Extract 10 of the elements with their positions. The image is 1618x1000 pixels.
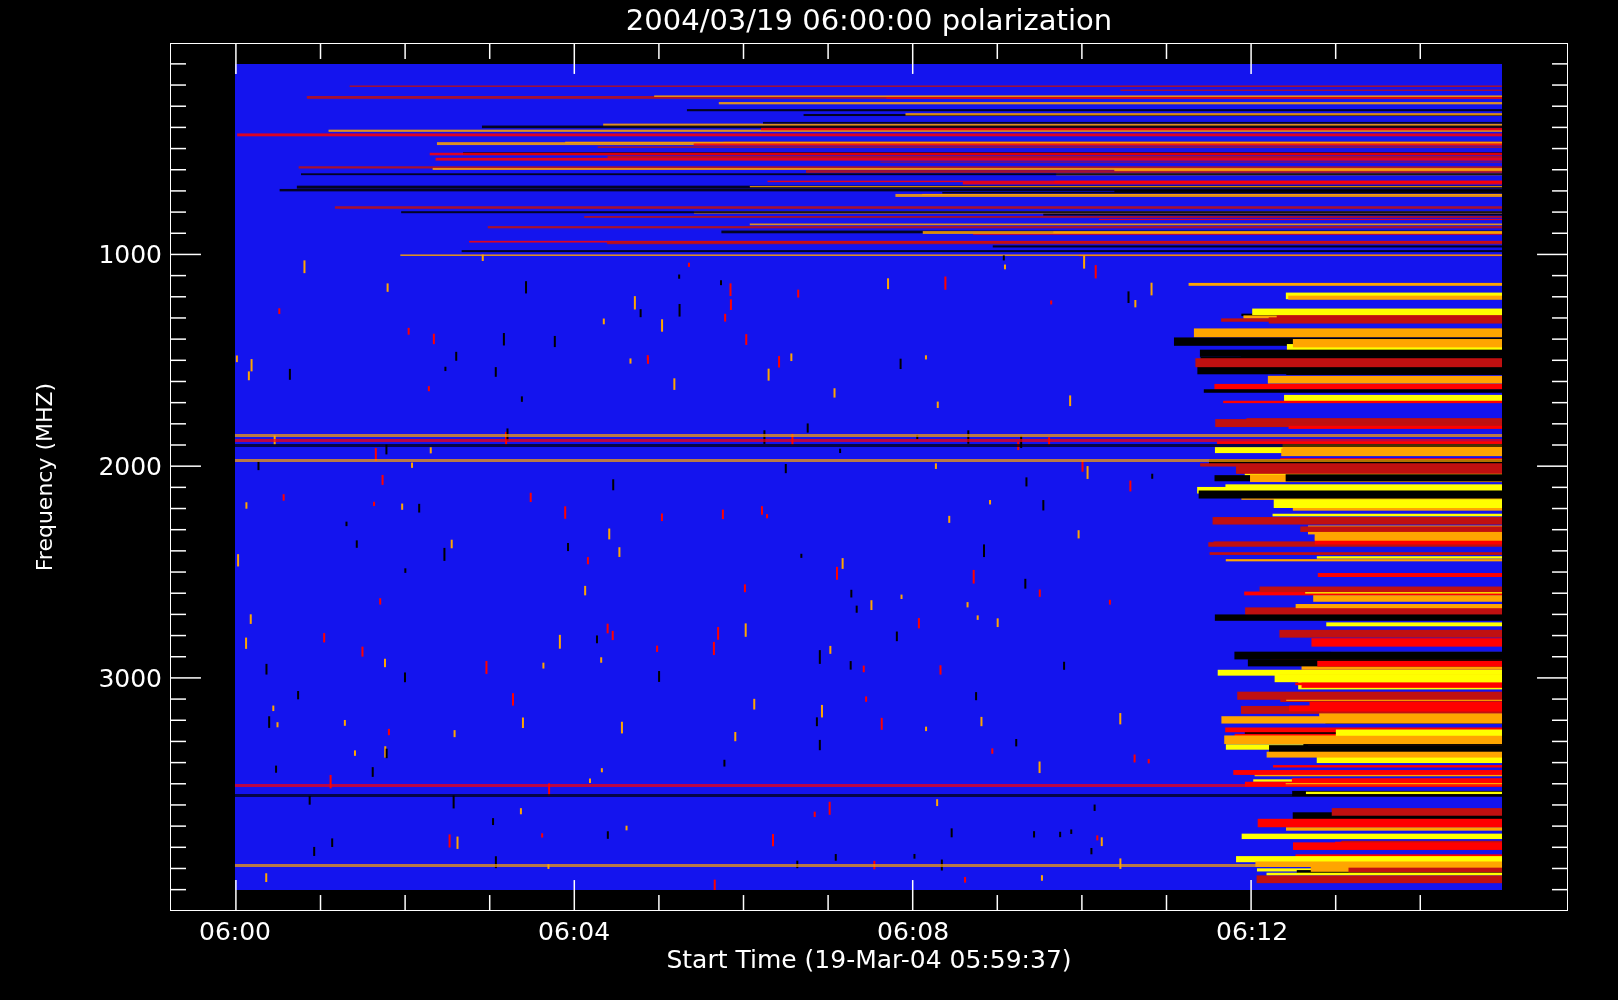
y-axis-label: Frequency (MHZ) <box>31 382 57 572</box>
y-tick-label: 1000 <box>98 239 162 269</box>
chart-title: 2004/03/19 06:00:00 polarization <box>624 2 1114 39</box>
x-tick-label: 06:00 <box>199 917 271 946</box>
y-tick-label: 3000 <box>98 663 162 693</box>
x-tick-label: 06:08 <box>877 917 950 946</box>
x-axis-label: Start Time (19-Mar-04 05:59:37) <box>666 945 1072 974</box>
x-tick-label: 06:04 <box>538 917 611 946</box>
y-tick-label: 2000 <box>98 451 162 481</box>
x-tick-label: 06:12 <box>1216 917 1289 946</box>
